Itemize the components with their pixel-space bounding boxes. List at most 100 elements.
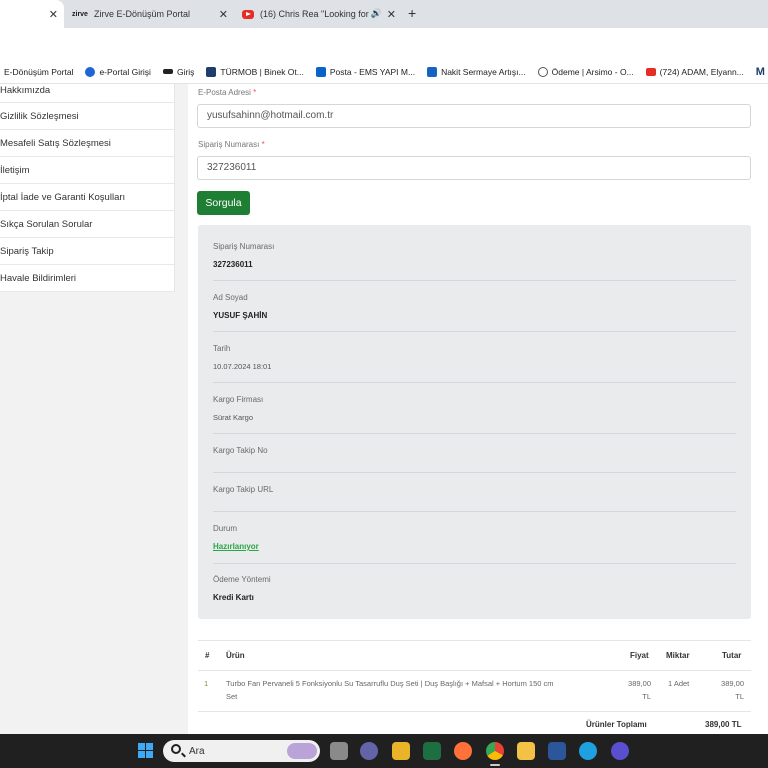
row-qty: 1 Adet [668,679,690,688]
globe-icon [537,66,548,77]
sidebar-item-label: Mesafeli Satış Sözleşmesi [0,137,111,149]
email-label: E-Posta Adresi * [198,88,256,97]
bookmark-label: Giriş [176,66,195,77]
sidebar-item-sss[interactable]: Sıkça Sorulan Sorular [0,211,174,238]
order-result-card: Sipariş Numarası 327236011 Ad Soyad YUSU… [198,225,751,619]
price-line2: TL [642,692,651,701]
new-tab-icon[interactable]: + [408,5,416,21]
email-label-text: E-Posta Adresi [198,88,251,97]
outlook-icon [315,66,326,77]
taskbar: Ara [0,734,768,768]
result-label: Ödeme Yöntemi [213,575,271,584]
product-name-line2: Set [226,692,238,701]
email-field-value: yusufsahinn@hotmail.com.tr [207,110,334,121]
teams-icon[interactable] [360,742,378,760]
active-app-indicator [490,764,500,766]
required-mark: * [253,88,257,97]
order-number-field-value: 327236011 [207,162,257,173]
result-label: Kargo Firması [213,395,264,404]
bookmark-adam[interactable]: (724) ADAM, Elyann... [645,66,744,77]
youtube-icon [242,9,254,19]
edge-icon[interactable] [579,742,597,760]
address-bar-area [0,28,768,60]
bookmarks-bar: E-Dönüşüm Portal e-Portal Girişi Giriş T… [0,60,768,84]
required-mark: * [261,140,265,149]
bookmark-giris[interactable]: Giriş [162,66,195,77]
bookmark-posta[interactable]: Posta - EMS YAPI M... [315,66,416,77]
divider [213,382,736,383]
sidebar-item-label: İptal İade ve Garanti Koşulları [0,191,126,203]
turmob-icon [206,66,217,77]
page-content: Hakkımızda Gizlilik Sözleşmesi Mesafeli … [0,84,768,734]
sidebar-item-gizlilik[interactable]: Gizlilik Sözleşmesi [0,103,174,130]
sidebar-item-label: İletişim [0,164,30,176]
bookmark-label: e-Portal Girişi [99,66,151,77]
tab-active[interactable]: ✕ [0,0,64,28]
bookmark-nakit[interactable]: Nakit Sermaye Artışı... [427,66,526,77]
order-number-label: Sipariş Numarası * [198,140,265,149]
order-number-label-text: Sipariş Numarası [198,140,260,149]
task-view-icon[interactable] [330,742,348,760]
zirve-icon[interactable] [611,742,629,760]
bookmark-label: Ödeme | Arsimo - O... [551,66,634,77]
sorgula-button-label: Sorgula [205,197,242,209]
bookmark-edonusum[interactable]: E-Dönüşüm Portal [4,67,73,77]
order-number-field[interactable]: 327236011 [197,156,751,180]
divider [213,331,736,332]
zirve-favicon-icon: zirve [72,10,88,18]
sidebar-item-label: Sipariş Takip [0,245,54,257]
close-tab-icon[interactable]: ✕ [49,8,58,21]
excel-icon[interactable] [423,742,441,760]
sidebar-item-iptal-iade[interactable]: İptal İade ve Garanti Koşulları [0,184,174,211]
search-placeholder: Ara [189,745,205,757]
bookmark-odeme[interactable]: Ödeme | Arsimo - O... [537,66,634,77]
table-header-product: Ürün [226,651,245,660]
result-label: Kargo Takip URL [213,485,274,494]
bookmark-label: E-Dönüşüm Portal [4,66,74,77]
status-link[interactable]: Hazırlanıyor [213,542,259,551]
result-label: Ad Soyad [213,293,248,302]
firefox-icon[interactable] [454,742,472,760]
speaker-icon[interactable]: 🔊 [371,8,382,19]
chrome-icon[interactable] [486,742,504,760]
tab-zirve[interactable]: zirve Zirve E-Dönüşüm Portal ✕ [66,0,234,28]
sidebar-item-hakkimizda[interactable]: Hakkımızda [0,84,174,103]
windows-start-icon[interactable] [138,743,154,759]
sidebar-item-mesafeli[interactable]: Mesafeli Satış Sözleşmesi [0,130,174,157]
bookmark-eportal[interactable]: e-Portal Girişi [85,66,151,77]
taskbar-search[interactable]: Ara [163,740,320,762]
close-tab-icon[interactable]: ✕ [219,8,228,21]
sidebar-item-iletisim[interactable]: İletişim [0,157,174,184]
sidebar-item-label: Gizlilik Sözleşmesi [0,110,79,122]
file-explorer-icon[interactable] [517,742,535,760]
email-field[interactable]: yusufsahinn@hotmail.com.tr [197,104,751,128]
divider [213,563,736,564]
sidebar-item-label: Havale Bildirimleri [0,272,77,284]
table-header-price: Fiyat [630,651,649,660]
total-line2: TL [735,692,744,701]
divider [213,433,736,434]
sorgula-button[interactable]: Sorgula [197,191,250,215]
sidebar-item-siparis-takip[interactable]: Sipariş Takip [0,238,174,265]
tab-youtube[interactable]: (16) Chris Rea "Looking for 🔊 ✕ [236,0,402,28]
bookmark-turmob[interactable]: TÜRMOB | Binek Ot... [206,66,304,77]
result-label: Sipariş Numarası [213,242,275,251]
bookmark-ba[interactable]: MBa [756,66,768,78]
browser-tab-strip: ✕ zirve Zirve E-Dönüşüm Portal ✕ (16) Ch… [0,0,768,28]
product-name-line1: Turbo Fan Pervaneli 5 Fonksiyonlu Su Tas… [226,679,554,688]
mail-icon[interactable] [392,742,410,760]
subtotal-label: Ürünler Toplamı [586,720,647,729]
bookmark-label: Posta - EMS YAPI M... [329,66,416,77]
order-tracking-panel: E-Posta Adresi * yusufsahinn@hotmail.com… [188,84,768,734]
close-tab-icon[interactable]: ✕ [387,8,396,21]
result-label: Durum [213,524,238,533]
eportal-icon [85,66,96,77]
subtotal-value: 389,00 TL [705,720,742,729]
word-icon[interactable] [548,742,566,760]
row-number: 1 [204,679,209,688]
price-line1: 389,00 [628,679,651,688]
bookmark-label: (724) ADAM, Elyann... [659,66,744,77]
bookmark-label: Nakit Sermaye Artışı... [441,66,526,77]
search-icon [171,744,181,754]
sidebar-item-havale[interactable]: Havale Bildirimleri [0,265,174,292]
